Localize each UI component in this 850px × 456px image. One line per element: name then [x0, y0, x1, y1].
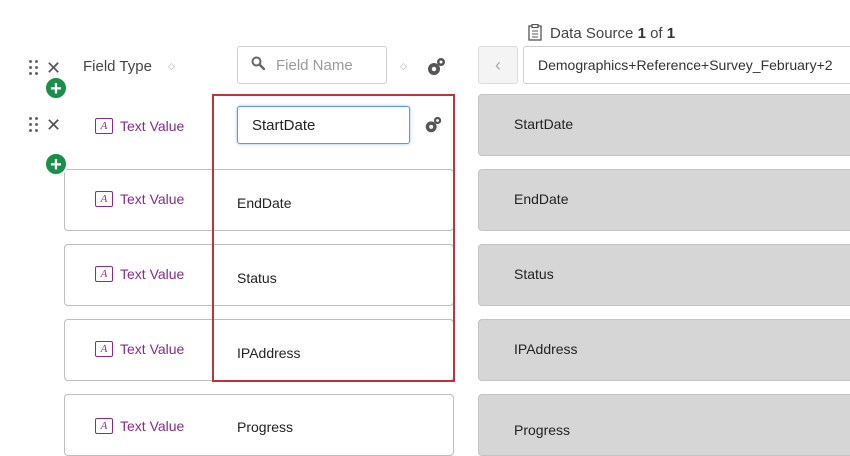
data-source-value: StartDate — [514, 116, 574, 132]
field-name-input[interactable] — [237, 106, 410, 144]
data-source-value: Status — [514, 266, 554, 282]
field-row[interactable]: A Text Value IPAddress — [64, 319, 454, 381]
remove-icon[interactable]: ✕ — [46, 59, 61, 77]
field-type-label: Text Value — [120, 190, 185, 207]
field-name-text[interactable]: EndDate — [237, 195, 291, 211]
data-source-value: IPAddress — [514, 341, 578, 357]
data-source-cell: Progress — [478, 394, 850, 456]
data-source-cell: IPAddress — [478, 319, 850, 381]
field-name-search[interactable] — [237, 46, 387, 84]
settings-gear-icon[interactable] — [423, 115, 443, 135]
field-row[interactable]: A Text Value Status — [64, 244, 454, 306]
text-type-icon: A — [95, 340, 113, 357]
field-row[interactable]: A Text Value EndDate — [64, 169, 454, 231]
field-type-label: Text Value — [120, 117, 185, 134]
clipboard-icon — [528, 23, 542, 41]
text-type-icon: A — [95, 190, 113, 207]
data-source-cell: EndDate — [478, 169, 850, 231]
sort-field-name-icon[interactable]: ◇ — [400, 62, 407, 71]
settings-gear-icon[interactable] — [425, 56, 447, 78]
data-source-cell: StartDate — [478, 94, 850, 156]
data-source-title: Data Source 1 of 1 — [528, 23, 676, 42]
data-source-label: Data Source — [550, 25, 634, 42]
search-icon — [251, 56, 265, 70]
remove-icon[interactable]: ✕ — [46, 116, 61, 134]
field-type-cell[interactable]: A Text Value — [95, 340, 184, 360]
search-input[interactable] — [276, 55, 381, 75]
add-row-button[interactable]: + — [44, 76, 68, 100]
data-source-select[interactable]: Demographics+Reference+Survey_February+2 — [523, 46, 850, 84]
field-type-label: Text Value — [120, 417, 185, 434]
field-type-cell[interactable]: A Text Value — [95, 117, 184, 137]
field-type-label: Text Value — [120, 265, 185, 282]
data-source-total: 1 — [666, 25, 676, 42]
field-type-cell[interactable]: A Text Value — [95, 265, 184, 285]
data-source-value: Progress — [514, 422, 571, 438]
sort-field-type-icon[interactable]: ◇ — [168, 62, 175, 71]
field-name-text[interactable]: Progress — [237, 419, 293, 435]
text-type-icon: A — [95, 417, 113, 434]
add-row-button[interactable]: + — [44, 152, 68, 176]
data-source-index: 1 — [637, 25, 646, 42]
data-source-cell: Status — [478, 244, 850, 306]
field-type-cell[interactable]: A Text Value — [95, 417, 184, 437]
text-type-icon: A — [95, 265, 113, 282]
field-type-cell[interactable]: A Text Value — [95, 190, 184, 210]
drag-handle-icon[interactable] — [29, 60, 39, 76]
field-type-label: Text Value — [120, 340, 185, 357]
field-type-header: Field Type — [83, 58, 152, 75]
field-name-text[interactable]: Status — [237, 270, 277, 286]
text-type-icon: A — [95, 117, 113, 134]
prev-source-button[interactable]: ‹ — [478, 46, 518, 84]
data-source-value: EndDate — [514, 191, 569, 207]
field-row[interactable]: A Text Value Progress — [64, 394, 454, 456]
field-name-text[interactable]: IPAddress — [237, 345, 301, 361]
drag-handle-icon[interactable] — [29, 117, 39, 133]
data-source-of: of — [650, 25, 663, 42]
